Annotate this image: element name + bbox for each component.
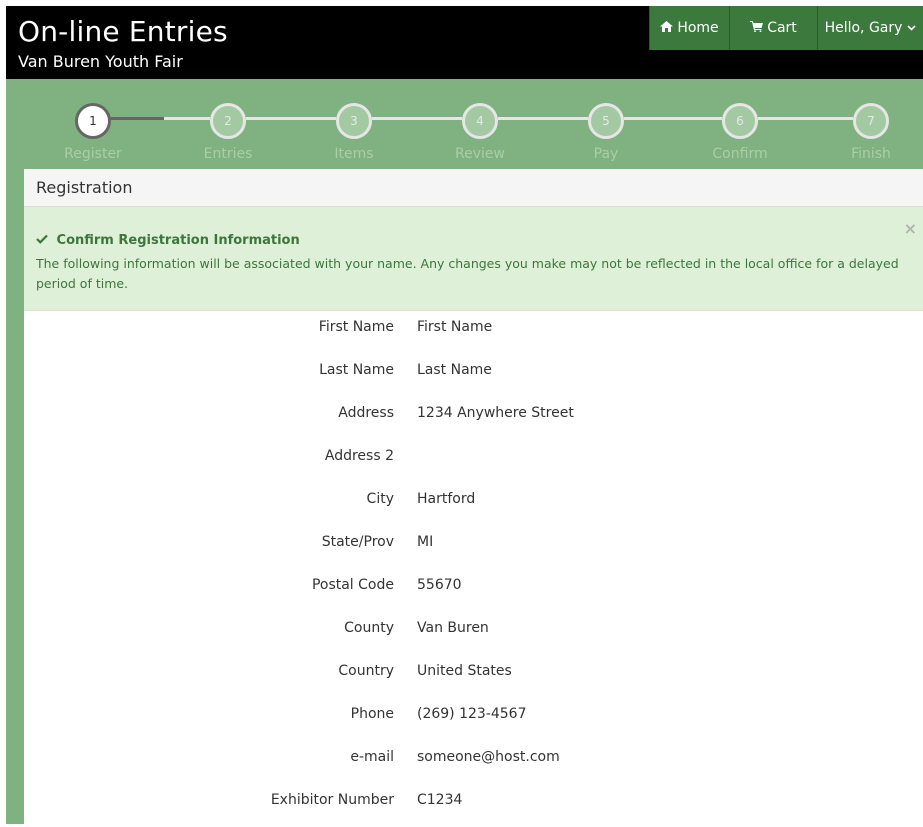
field-row: e-mail someone@host.com — [24, 741, 923, 784]
user-menu-button[interactable]: Hello, Gary — [817, 6, 923, 50]
field-row: Last Name Last Name — [24, 354, 923, 397]
field-value: Hartford — [417, 491, 476, 507]
wizard-step-register[interactable]: 1 — [75, 103, 111, 139]
field-row: Address 2 — [24, 440, 923, 483]
field-row: Address 1234 Anywhere Street — [24, 397, 923, 440]
registration-panel: Registration × Confirm Registration Info… — [24, 169, 923, 824]
alert-message: The following information will be associ… — [36, 256, 899, 291]
field-value: (269) 123-4567 — [417, 706, 527, 722]
field-label: First Name — [318, 319, 394, 335]
field-row: First Name First Name — [24, 311, 923, 354]
checkmark-icon — [36, 233, 53, 248]
wizard-track — [498, 117, 588, 120]
wizard-track — [372, 117, 462, 120]
progress-wizard: 1 2 3 4 5 6 7 Register Entries Items Rev… — [6, 79, 923, 171]
wizard-step-pay[interactable]: 5 — [588, 103, 624, 139]
app-header: On-line Entries Van Buren Youth Fair Hom… — [6, 6, 923, 79]
wizard-track — [246, 117, 336, 120]
close-icon[interactable]: × — [904, 219, 917, 238]
wizard-label-confirm: Confirm — [712, 146, 768, 162]
wizard-track-done — [110, 117, 164, 120]
wizard-step-items[interactable]: 3 — [336, 103, 372, 139]
field-label: City — [366, 491, 394, 507]
field-value: Last Name — [417, 362, 492, 378]
field-value: MI — [417, 534, 434, 550]
field-label: County — [344, 620, 394, 636]
field-value: 1234 Anywhere Street — [417, 405, 574, 421]
home-label: Home — [677, 20, 719, 36]
home-icon — [660, 21, 674, 35]
field-value: C1234 — [417, 792, 463, 808]
field-label: Country — [338, 663, 394, 679]
page-body: 1 2 3 4 5 6 7 Register Entries Items Rev… — [6, 79, 923, 824]
wizard-label-entries: Entries — [203, 146, 253, 162]
field-value: United States — [417, 663, 512, 679]
top-nav: Home Cart Hello, Gary — [649, 6, 923, 50]
wizard-label-items: Items — [334, 146, 374, 162]
wizard-label-pay: Pay — [593, 146, 619, 162]
field-label: State/Prov — [321, 534, 394, 550]
field-value: 55670 — [417, 577, 462, 593]
field-label: Last Name — [319, 362, 394, 378]
cart-label: Cart — [767, 20, 797, 36]
field-value: someone@host.com — [417, 749, 560, 765]
confirm-alert: × Confirm Registration Information The f… — [24, 207, 923, 311]
chevron-down-icon — [907, 23, 916, 34]
field-row: Phone (269) 123-4567 — [24, 698, 923, 741]
field-row: Exhibitor Number C1234 — [24, 784, 923, 827]
field-row: Postal Code 55670 — [24, 569, 923, 612]
alert-title: Confirm Registration Information — [36, 232, 911, 250]
field-row: Country United States — [24, 655, 923, 698]
panel-title: Registration — [24, 169, 923, 207]
field-row: City Hartford — [24, 483, 923, 526]
home-nav-button[interactable]: Home — [649, 6, 729, 50]
field-label: e-mail — [350, 749, 394, 765]
wizard-step-entries[interactable]: 2 — [210, 103, 246, 139]
app-subtitle: Van Buren Youth Fair — [18, 52, 183, 71]
wizard-label-finish: Finish — [851, 146, 891, 162]
field-label: Exhibitor Number — [270, 792, 394, 808]
app-title[interactable]: On-line Entries — [18, 16, 228, 48]
cart-icon — [750, 21, 764, 35]
field-label: Address 2 — [324, 448, 394, 464]
wizard-track — [758, 117, 853, 120]
field-row: County Van Buren — [24, 612, 923, 655]
field-value: Van Buren — [417, 620, 489, 636]
field-label: Address — [338, 405, 394, 421]
wizard-track — [164, 117, 210, 120]
wizard-label-review: Review — [455, 146, 505, 162]
wizard-track — [624, 117, 722, 120]
wizard-label-register: Register — [64, 146, 122, 162]
cart-nav-button[interactable]: Cart — [729, 6, 817, 50]
wizard-step-review[interactable]: 4 — [462, 103, 498, 139]
wizard-step-finish[interactable]: 7 — [853, 103, 889, 139]
user-greeting: Hello, Gary — [824, 20, 903, 36]
registration-details: First Name First Name Last Name Last Nam… — [24, 311, 923, 827]
alert-title-text: Confirm Registration Information — [56, 233, 300, 248]
field-value: First Name — [417, 319, 493, 335]
field-label: Postal Code — [311, 577, 394, 593]
field-row: State/Prov MI — [24, 526, 923, 569]
field-label: Phone — [350, 706, 394, 722]
wizard-step-confirm[interactable]: 6 — [722, 103, 758, 139]
